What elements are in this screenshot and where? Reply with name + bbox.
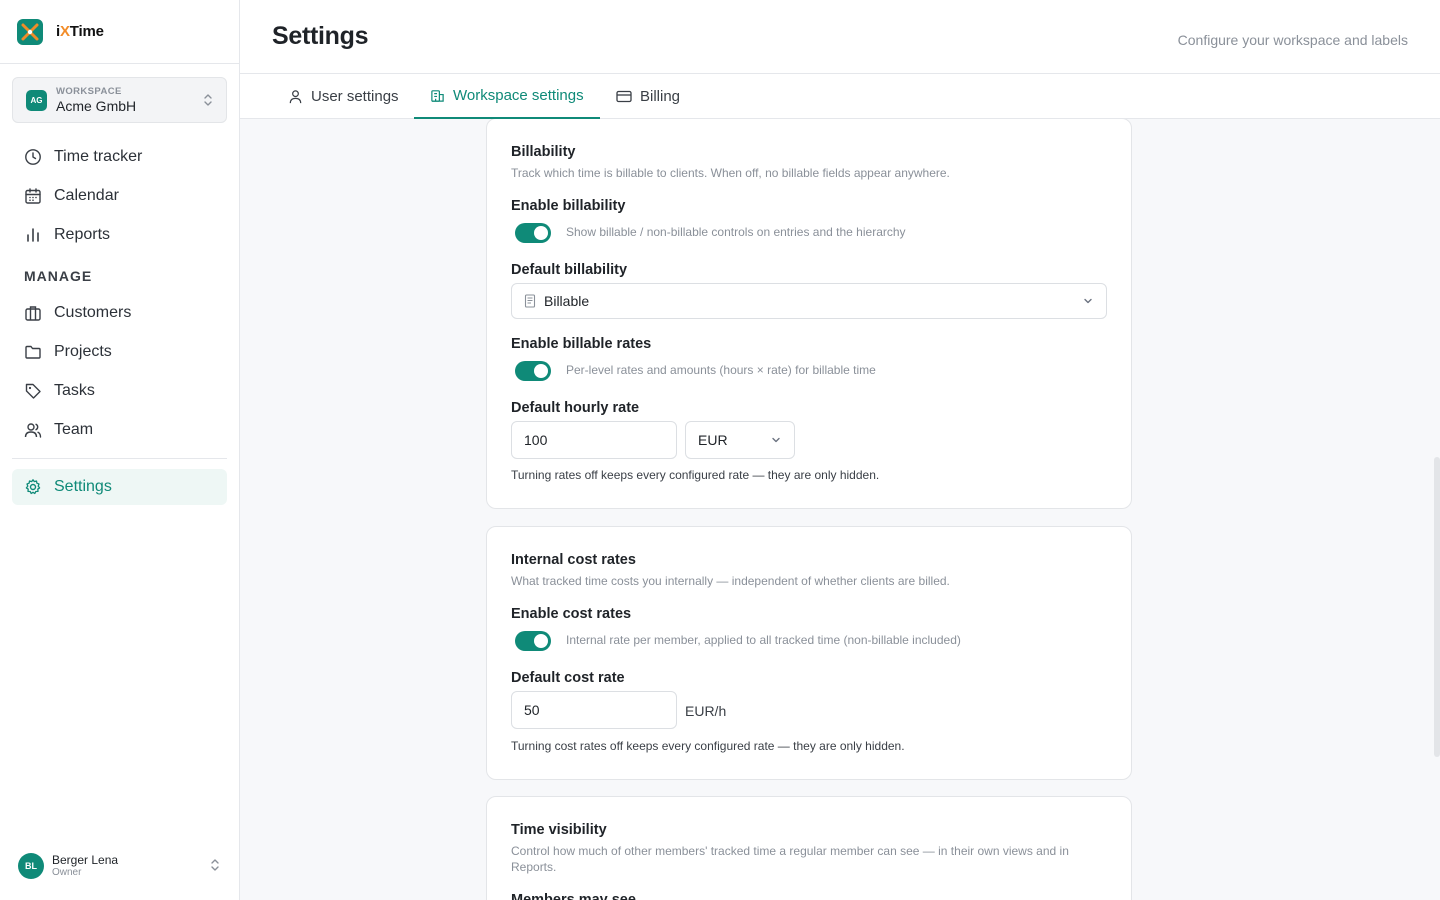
- nav-label: Projects: [54, 343, 112, 360]
- sidebar: iXTime AG WORKSPACE Acme GmbH Time track…: [0, 0, 240, 900]
- app-name: iXTime: [56, 23, 104, 40]
- nav-item-calendar[interactable]: Calendar: [12, 178, 227, 214]
- chevron-down-icon: [1084, 298, 1092, 304]
- toggle-description: Per-level rates and amounts (hours × rat…: [566, 363, 876, 377]
- nav-item-team[interactable]: Team: [12, 412, 227, 448]
- nav-heading-manage: MANAGE: [24, 268, 93, 284]
- field-label: Enable billability: [511, 198, 626, 214]
- nav-label: Customers: [54, 304, 132, 321]
- time-visibility-card: Time visibility Control how much of othe…: [486, 796, 1132, 900]
- calendar-icon: [24, 187, 42, 205]
- currency-select[interactable]: EUR: [685, 421, 795, 459]
- user-role: Owner: [52, 867, 82, 879]
- field-label: Default hourly rate: [511, 400, 640, 416]
- section-title: Internal cost rates: [511, 552, 636, 568]
- tab-billing[interactable]: Billing: [600, 74, 696, 119]
- page-subtitle: Configure your workspace and labels: [1177, 32, 1408, 48]
- help-text: Turning cost rates off keeps every confi…: [511, 739, 905, 753]
- user-icon: [289, 90, 302, 104]
- default-cost-rate-input[interactable]: [511, 691, 677, 729]
- tab-label: Billing: [640, 88, 681, 105]
- nav-item-time-tracker[interactable]: Time tracker: [12, 139, 227, 175]
- page-header: Settings Configure your workspace and la…: [240, 0, 1440, 74]
- toggle-description: Show billable / non-billable controls on…: [566, 225, 906, 239]
- enable-billability-toggle[interactable]: [515, 223, 551, 243]
- enable-billable-rates-toggle[interactable]: [515, 361, 551, 381]
- default-billability-select[interactable]: Billable: [511, 283, 1107, 319]
- workspace-caption: WORKSPACE: [56, 85, 122, 97]
- user-name: Berger Lena: [52, 852, 119, 867]
- nav-label: Reports: [54, 226, 111, 243]
- section-description: Control how much of other members' track…: [511, 844, 1069, 874]
- chevron-updown-icon: [211, 859, 219, 871]
- section-description: Track which time is billable to clients.…: [511, 166, 950, 180]
- field-label: Default billability: [511, 262, 628, 278]
- unit-label: EUR/h: [685, 703, 727, 719]
- toggle-description: Internal rate per member, applied to all…: [566, 633, 961, 647]
- tab-workspace-settings[interactable]: Workspace settings: [414, 74, 600, 119]
- nav-item-settings[interactable]: Settings: [12, 469, 227, 505]
- default-hourly-rate-input[interactable]: [511, 421, 677, 459]
- tag-icon: [24, 382, 42, 400]
- select-value: Billable: [544, 293, 590, 309]
- user-menu[interactable]: BL Berger Lena Owner: [18, 850, 222, 882]
- nav-item-tasks[interactable]: Tasks: [12, 373, 227, 409]
- gear-icon: [24, 478, 42, 496]
- clock-icon: [24, 148, 42, 166]
- tab-label: User settings: [311, 88, 399, 105]
- nav-label: Team: [54, 421, 94, 438]
- app-logo-icon: [17, 18, 43, 45]
- section-title: Billability: [511, 144, 576, 160]
- users-icon: [24, 421, 42, 439]
- receipt-icon: [524, 294, 536, 308]
- workspace-name: Acme GmbH: [56, 98, 137, 115]
- select-value: EUR: [698, 432, 728, 448]
- settings-tabs: User settings Workspace settings Billing: [240, 74, 1440, 119]
- field-label: Enable billable rates: [511, 336, 652, 352]
- workspace-switcher[interactable]: AG WORKSPACE Acme GmbH: [12, 77, 227, 123]
- nav-item-projects[interactable]: Projects: [12, 334, 227, 370]
- brand[interactable]: iXTime: [0, 0, 239, 64]
- nav-label: Calendar: [54, 187, 119, 204]
- briefcase-icon: [24, 304, 42, 322]
- settings-content: Billability Track which time is billable…: [240, 119, 1440, 900]
- building-icon: [431, 90, 444, 102]
- enable-cost-rates-toggle[interactable]: [515, 631, 551, 651]
- nav-item-customers[interactable]: Customers: [12, 295, 227, 331]
- main-nav: Time tracker Calendar Reports MANAGE Cus…: [12, 139, 227, 508]
- tab-user-settings[interactable]: User settings: [272, 74, 415, 119]
- cost-rates-card: Internal cost rates What tracked time co…: [486, 526, 1132, 780]
- nav-item-reports[interactable]: Reports: [12, 217, 227, 253]
- nav-label: Tasks: [54, 382, 95, 399]
- avatar: BL: [18, 853, 44, 879]
- field-label: Enable cost rates: [511, 606, 632, 622]
- chevron-updown-icon: [204, 94, 212, 106]
- bar-chart-icon: [24, 226, 42, 244]
- page-title: Settings: [272, 22, 369, 50]
- section-title: Time visibility: [511, 822, 607, 838]
- field-label: Members may see: [511, 892, 636, 900]
- nav-divider: [12, 458, 227, 459]
- folder-icon: [24, 343, 42, 361]
- help-text: Turning rates off keeps every configured…: [511, 468, 880, 482]
- nav-label: Time tracker: [54, 148, 143, 165]
- workspace-avatar: AG: [26, 89, 47, 111]
- scrollbar[interactable]: [1434, 457, 1440, 757]
- credit-card-icon: [616, 90, 632, 103]
- nav-label: Settings: [54, 478, 112, 495]
- section-description: What tracked time costs you internally —…: [511, 574, 950, 588]
- billability-card: Billability Track which time is billable…: [486, 119, 1132, 509]
- tab-label: Workspace settings: [453, 87, 584, 104]
- field-label: Default cost rate: [511, 670, 625, 686]
- chevron-down-icon: [772, 437, 780, 443]
